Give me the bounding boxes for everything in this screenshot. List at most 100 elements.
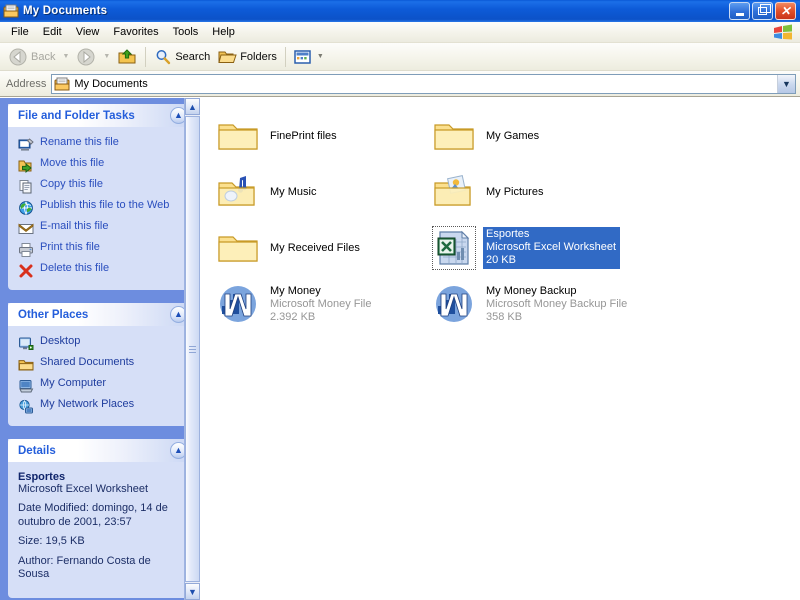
panel-title: File and Folder Tasks <box>18 110 135 122</box>
menu-view[interactable]: View <box>69 24 107 40</box>
task-rename-this-file[interactable]: Rename this file <box>14 134 186 155</box>
file-name: My Music <box>270 186 316 199</box>
panel-title: Details <box>18 445 56 457</box>
forward-button[interactable] <box>72 45 100 69</box>
file-meta: My Money Backup Microsoft Money Backup F… <box>483 284 630 325</box>
details-size: Size: 19,5 KB <box>18 535 183 549</box>
file-tile[interactable]: FinePrint files <box>214 110 426 162</box>
menu-tools[interactable]: Tools <box>166 24 206 40</box>
scroll-up-icon[interactable]: ▲ <box>185 98 200 115</box>
folder-pictures-icon <box>432 170 476 214</box>
folders-button-label: Folders <box>240 51 277 63</box>
file-tile[interactable]: My Money Backup Microsoft Money Backup F… <box>430 278 642 330</box>
file-tile-grid: FinePrint files My Games <box>214 110 800 334</box>
file-tile[interactable]: My Money Microsoft Money File 2.392 KB <box>214 278 426 330</box>
close-button[interactable]: ✕ <box>775 2 796 20</box>
scrollbar-grip <box>189 346 196 353</box>
file-name: My Money Backup <box>486 285 627 298</box>
panel-body-other-places: Desktop Shared Documents <box>8 326 192 426</box>
task-label: Move this file <box>40 157 104 170</box>
panel-file-and-folder-tasks: File and Folder Tasks ▲ <box>8 104 192 290</box>
money-file-icon <box>432 282 476 326</box>
details-author: Author: Fernando Costa de Sousa <box>18 555 183 582</box>
toolbar: Back ▼ ▼ <box>0 43 800 71</box>
back-button[interactable]: Back <box>4 45 59 69</box>
scroll-down-icon[interactable]: ▼ <box>185 583 200 600</box>
menu-file[interactable]: File <box>4 24 36 40</box>
desktop-icon <box>18 336 34 352</box>
folder-documents-icon <box>3 3 19 19</box>
panel-details: Details ▲ Esportes Microsoft Excel Works… <box>8 439 192 598</box>
delete-icon <box>18 263 34 279</box>
panel-header-details[interactable]: Details ▲ <box>8 439 192 462</box>
file-tile[interactable]: My Pictures <box>430 166 642 218</box>
menu-edit[interactable]: Edit <box>36 24 69 40</box>
sidebar-panels: File and Folder Tasks ▲ <box>0 104 200 598</box>
views-button[interactable]: ▼ <box>290 45 331 69</box>
file-tile-selected[interactable]: Esportes Microsoft Excel Worksheet 20 KB <box>430 222 642 274</box>
task-email-this-file[interactable]: E-mail this file <box>14 218 186 239</box>
move-icon <box>18 158 34 174</box>
place-label: My Computer <box>40 377 106 390</box>
address-label: Address <box>6 78 46 90</box>
minimize-button[interactable] <box>729 2 750 20</box>
back-button-label: Back <box>31 51 55 63</box>
file-type: Microsoft Money File <box>270 298 371 311</box>
restore-button[interactable] <box>752 2 773 20</box>
task-delete-this-file[interactable]: Delete this file <box>14 260 186 281</box>
file-name: My Games <box>486 130 539 143</box>
menu-help[interactable]: Help <box>205 24 242 40</box>
place-desktop[interactable]: Desktop <box>14 333 186 354</box>
file-name: My Pictures <box>486 186 543 199</box>
file-name: Esportes <box>486 228 616 241</box>
sidebar-scrollbar[interactable]: ▲ ▼ <box>184 98 200 600</box>
task-pane-sidebar: File and Folder Tasks ▲ <box>0 98 200 600</box>
folders-button[interactable]: Folders <box>214 45 281 69</box>
window-body: File and Folder Tasks ▲ <box>0 97 800 600</box>
file-meta: My Received Files <box>267 241 363 256</box>
task-copy-this-file[interactable]: Copy this file <box>14 176 186 197</box>
task-publish-this-file-to-the-web[interactable]: Publish this file to the Web <box>14 197 186 218</box>
menu-favorites[interactable]: Favorites <box>106 24 165 40</box>
menu-bar: File Edit View Favorites Tools Help <box>0 22 800 43</box>
folder-icon <box>216 226 260 270</box>
panel-header-other-places[interactable]: Other Places ▲ <box>8 303 192 326</box>
up-button[interactable] <box>113 45 141 69</box>
task-label: Rename this file <box>40 136 119 149</box>
back-arrow-icon <box>8 47 28 67</box>
address-bar: Address My Documents ▼ <box>0 71 800 97</box>
back-history-chevron[interactable]: ▼ <box>59 53 72 60</box>
shared-folder-icon <box>18 357 34 373</box>
place-shared-documents[interactable]: Shared Documents <box>14 354 186 375</box>
file-tile[interactable]: My Music <box>214 166 426 218</box>
file-meta: My Music <box>267 185 319 200</box>
scrollbar-thumb[interactable] <box>185 116 200 582</box>
panel-header-file-tasks[interactable]: File and Folder Tasks ▲ <box>8 104 192 127</box>
place-my-network-places[interactable]: My Network Places <box>14 396 186 417</box>
title-bar: My Documents ✕ <box>0 0 800 22</box>
file-tile[interactable]: My Received Files <box>214 222 426 274</box>
file-name: My Received Files <box>270 242 360 255</box>
address-dropdown-chevron-down-icon[interactable]: ▼ <box>777 75 795 93</box>
file-tile[interactable]: My Games <box>430 110 642 162</box>
views-icon <box>294 49 311 65</box>
file-meta: My Pictures <box>483 185 546 200</box>
place-my-computer[interactable]: My Computer <box>14 375 186 396</box>
network-places-icon <box>18 399 34 415</box>
up-folder-icon <box>117 47 137 67</box>
rename-icon <box>18 137 34 153</box>
views-chevron-down-icon[interactable]: ▼ <box>314 53 327 60</box>
window-controls: ✕ <box>729 2 798 20</box>
file-size: 2.392 KB <box>270 311 371 324</box>
task-print-this-file[interactable]: Print this file <box>14 239 186 260</box>
address-input[interactable]: My Documents ▼ <box>51 74 796 94</box>
task-move-this-file[interactable]: Move this file <box>14 155 186 176</box>
forward-history-chevron[interactable]: ▼ <box>100 53 113 60</box>
details-file-type: Microsoft Excel Worksheet <box>18 483 183 495</box>
address-value: My Documents <box>74 78 147 90</box>
folder-open-icon <box>218 48 237 66</box>
publish-web-icon <box>18 200 34 216</box>
forward-arrow-icon <box>76 47 96 67</box>
search-button[interactable]: Search <box>150 45 214 69</box>
file-list-view[interactable]: FinePrint files My Games <box>200 98 800 600</box>
